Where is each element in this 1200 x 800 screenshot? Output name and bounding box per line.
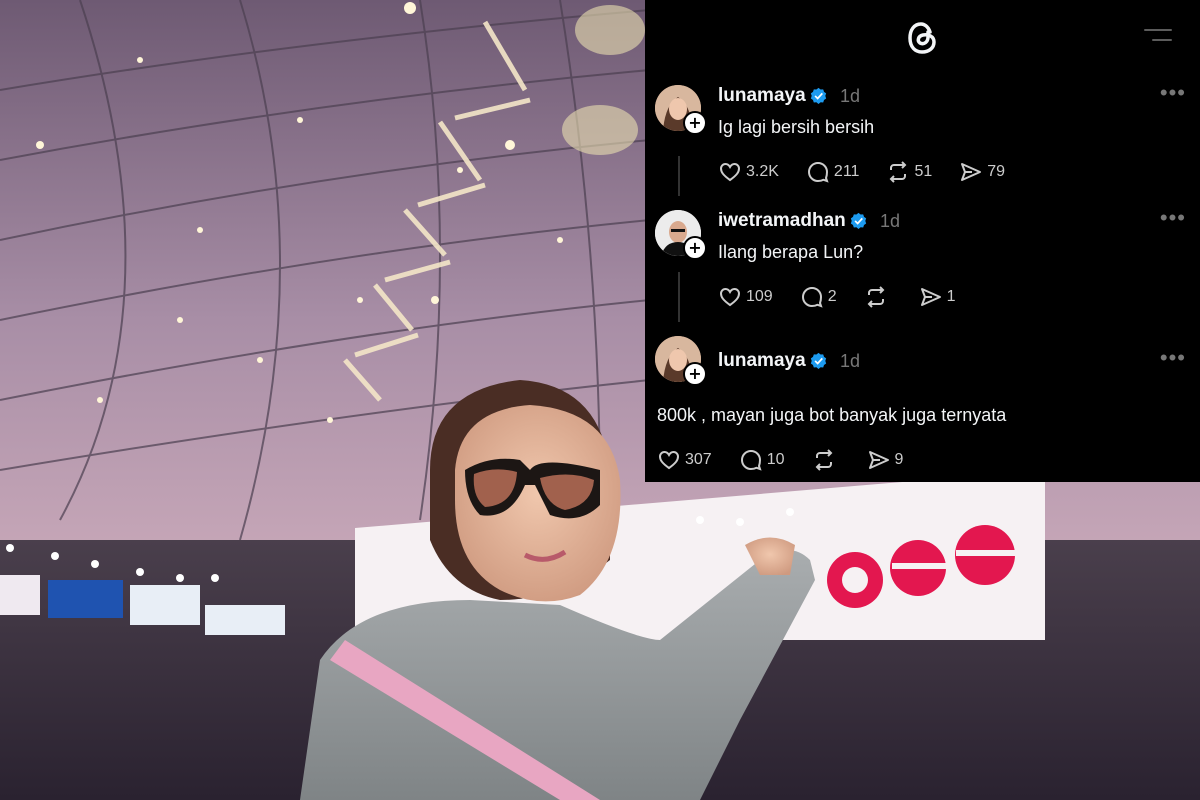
repost-icon	[890, 161, 907, 183]
repost-count: 51	[914, 163, 933, 180]
share-button[interactable]: 79	[959, 160, 1005, 184]
follow-plus-icon[interactable]: +	[683, 236, 707, 260]
post-text: Ilang berapa Lun?	[718, 242, 864, 262]
verified-badge-icon	[850, 212, 867, 229]
post-text: 800k , mayan juga bot banyak juga ternya…	[657, 405, 1007, 425]
verified-badge-icon	[810, 352, 827, 369]
reply-button[interactable]: 10	[739, 448, 785, 472]
share-count: 9	[894, 451, 904, 468]
share-count: 79	[987, 163, 1006, 180]
repost-button[interactable]	[864, 285, 892, 309]
post-actions: 307 10 9	[657, 448, 930, 472]
send-icon	[961, 163, 982, 181]
share-count: 1	[946, 288, 956, 305]
more-options-icon[interactable]: •••	[1160, 345, 1186, 371]
like-count: 3.2K	[746, 163, 779, 180]
reply-button[interactable]: 211	[806, 160, 860, 184]
like-button[interactable]: 307	[657, 448, 712, 472]
reply-count: 2	[827, 288, 837, 305]
post-time: 1d	[840, 86, 861, 106]
heart-icon	[719, 287, 741, 307]
thread-line	[678, 272, 680, 322]
heart-icon	[658, 450, 680, 470]
post-actions: 3.2K 211 51 79	[718, 160, 1032, 184]
like-count: 307	[685, 451, 712, 468]
share-button[interactable]: 1	[919, 285, 956, 309]
repost-button[interactable]: 51	[886, 160, 932, 184]
post-text: Ig lagi bersih bersih	[718, 117, 875, 137]
reply-button[interactable]: 2	[800, 285, 837, 309]
repost-icon	[815, 449, 832, 471]
like-button[interactable]: 109	[718, 285, 773, 309]
share-button[interactable]: 9	[867, 448, 904, 472]
thread-line	[678, 156, 680, 196]
comment-icon	[807, 161, 829, 183]
post-time: 1d	[880, 211, 901, 231]
reply-count: 211	[833, 163, 860, 180]
comment-icon	[801, 286, 823, 308]
username[interactable]: lunamaya	[718, 85, 806, 107]
more-options-icon[interactable]: •••	[1160, 80, 1186, 106]
post-actions: 109 2 1	[718, 285, 983, 309]
follow-plus-icon[interactable]: +	[683, 362, 707, 386]
verified-badge-icon	[810, 87, 827, 104]
repost-icon	[867, 286, 885, 308]
post-time: 1d	[840, 351, 861, 371]
reply-count: 10	[766, 451, 785, 468]
username[interactable]: lunamaya	[718, 350, 806, 372]
more-options-icon[interactable]: •••	[1160, 205, 1186, 231]
like-count: 109	[746, 288, 773, 305]
comment-icon	[740, 449, 762, 471]
username[interactable]: iwetramadhan	[718, 210, 846, 232]
threads-logo-icon[interactable]	[904, 18, 940, 58]
send-icon	[868, 451, 889, 469]
send-icon	[920, 288, 941, 306]
repost-button[interactable]	[812, 448, 840, 472]
heart-icon	[719, 162, 741, 182]
like-button[interactable]: 3.2K	[718, 160, 779, 184]
follow-plus-icon[interactable]: +	[683, 111, 707, 135]
hamburger-menu-icon[interactable]	[1144, 29, 1172, 43]
